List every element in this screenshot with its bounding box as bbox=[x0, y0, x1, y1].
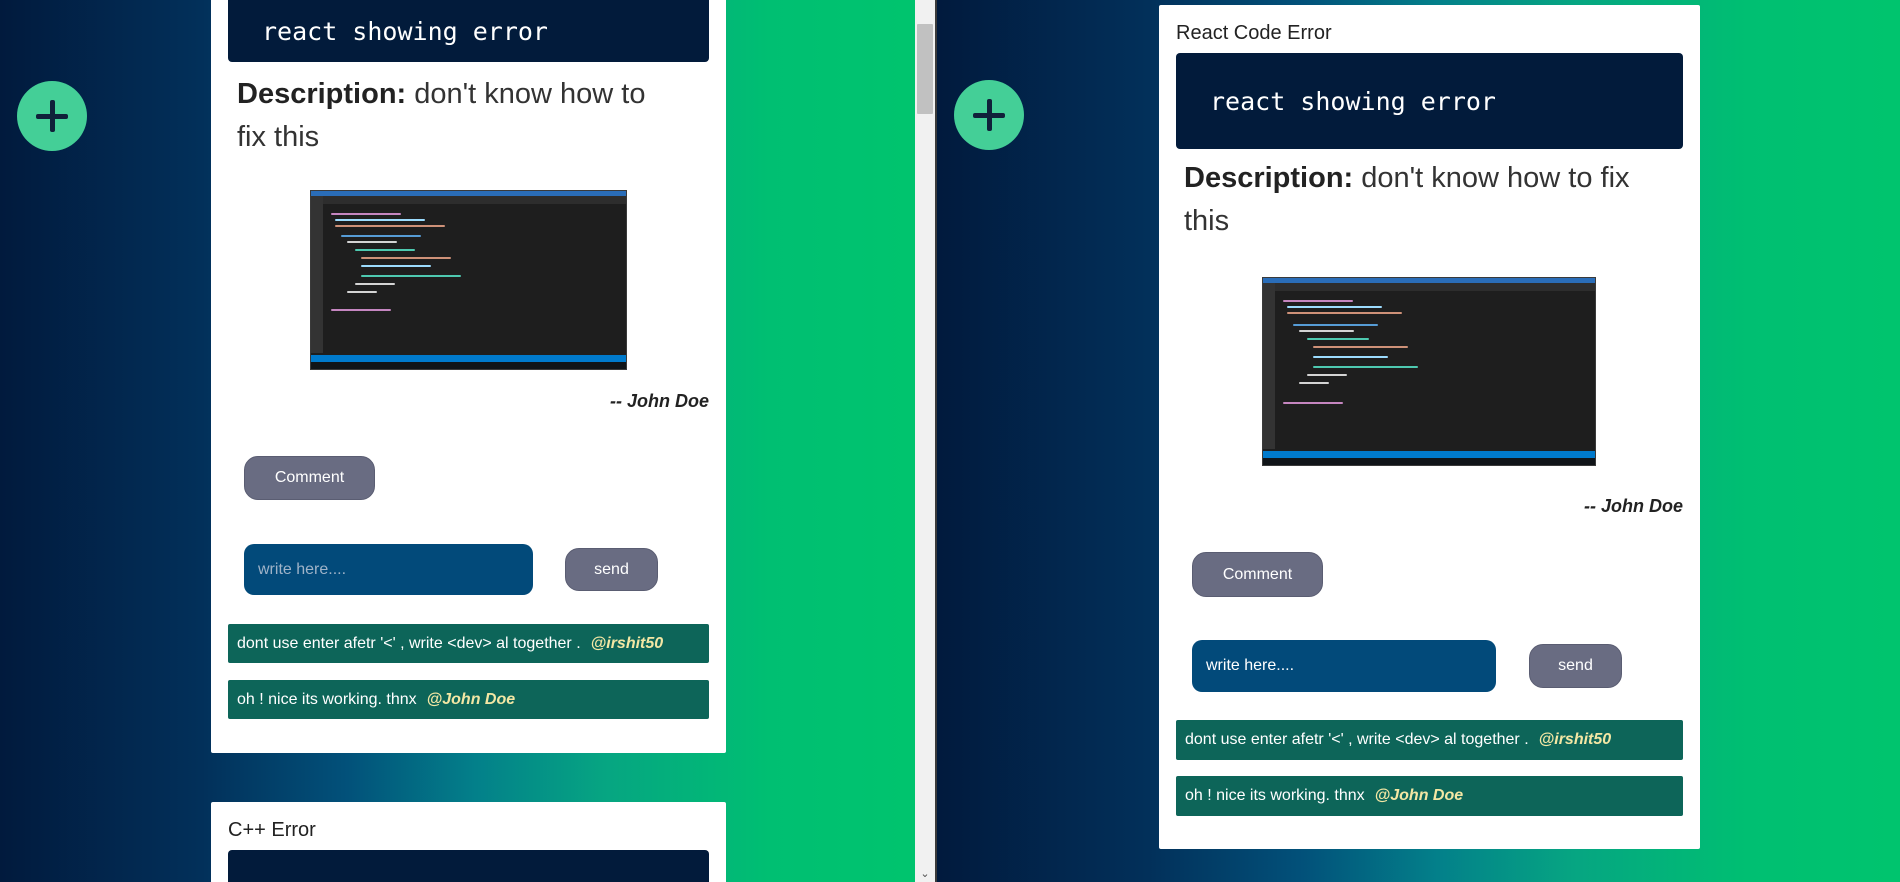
send-button[interactable]: send bbox=[1529, 644, 1622, 688]
chevron-down-icon[interactable]: ⌄ bbox=[915, 866, 935, 882]
left-pane: react showing error Description: don't k… bbox=[0, 0, 915, 882]
post-screenshot[interactable] bbox=[310, 190, 627, 370]
send-button[interactable]: send bbox=[565, 548, 658, 591]
comment-item: dont use enter afetr '<' , write <dev> a… bbox=[1176, 720, 1683, 760]
post-card: react showing error Description: don't k… bbox=[211, 0, 726, 753]
post-author: -- John Doe bbox=[610, 391, 709, 411]
comment-text: dont use enter afetr '<' , write <dev> a… bbox=[1185, 731, 1529, 748]
comment-item: oh ! nice its working. thnx @John Doe bbox=[1176, 776, 1683, 816]
comment-handle[interactable]: @John Doe bbox=[1375, 787, 1464, 805]
post-card: React Code Error react showing error Des… bbox=[1159, 5, 1700, 849]
comment-text: oh ! nice its working. thnx bbox=[1185, 787, 1365, 804]
comment-item: oh ! nice its working. thnx @John Doe bbox=[228, 680, 709, 719]
code-snippet: react showing error bbox=[1176, 53, 1683, 149]
add-post-button[interactable] bbox=[17, 81, 87, 151]
scroll-thumb[interactable] bbox=[917, 24, 933, 114]
comment-handle[interactable]: @irshit50 bbox=[1539, 731, 1612, 749]
description-label: Description: bbox=[237, 78, 407, 110]
description-label: Description: bbox=[1184, 162, 1354, 194]
comment-text: oh ! nice its working. thnx bbox=[237, 690, 417, 708]
post-title: C++ Error bbox=[228, 819, 316, 841]
post-card: C++ Error bbox=[211, 802, 726, 882]
post-title: React Code Error bbox=[1176, 22, 1332, 44]
scroll-up-arrow[interactable] bbox=[915, 0, 935, 16]
post-screenshot[interactable] bbox=[1262, 277, 1596, 466]
comment-input[interactable] bbox=[1192, 640, 1496, 692]
code-snippet: react showing error bbox=[228, 0, 709, 62]
comment-handle[interactable]: @John Doe bbox=[427, 691, 516, 709]
post-author: -- John Doe bbox=[1584, 496, 1683, 516]
right-pane: React Code Error react showing error Des… bbox=[937, 0, 1900, 882]
code-snippet bbox=[228, 850, 709, 882]
comment-button[interactable]: Comment bbox=[1192, 552, 1323, 597]
comment-item: dont use enter afetr '<' , write <dev> a… bbox=[228, 624, 709, 663]
scrollbar[interactable]: ⌄ bbox=[915, 0, 937, 882]
comment-button[interactable]: Comment bbox=[244, 456, 375, 500]
comment-handle[interactable]: @irshit50 bbox=[591, 635, 664, 653]
post-description: Description: don't know how to fix this bbox=[1184, 157, 1654, 243]
comment-text: dont use enter afetr '<' , write <dev> a… bbox=[237, 634, 581, 652]
comment-input[interactable] bbox=[244, 544, 533, 595]
post-description: Description: don't know how to fix this bbox=[237, 73, 667, 159]
add-post-button[interactable] bbox=[954, 80, 1024, 150]
